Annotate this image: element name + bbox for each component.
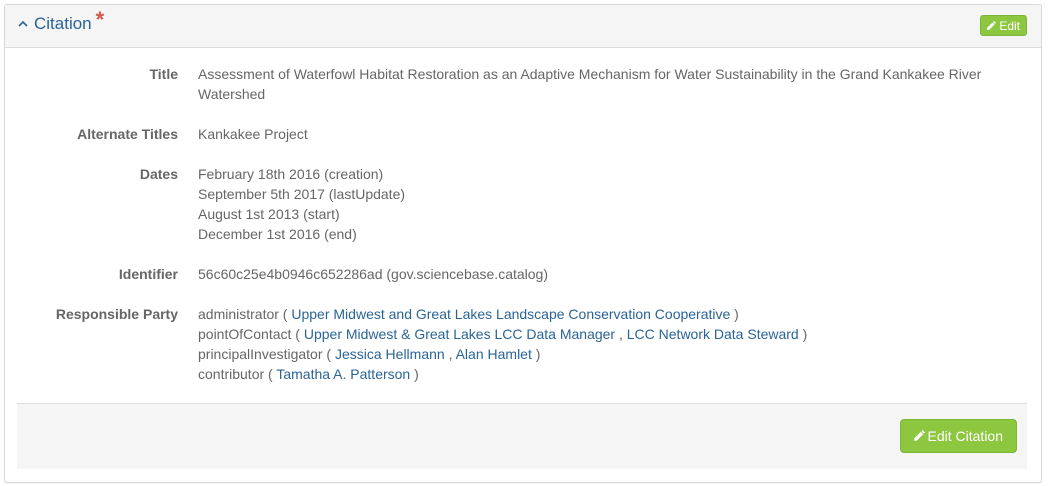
field-label: Dates: [139, 166, 178, 182]
field-value: Assessment of Waterfowl Habitat Restorat…: [198, 66, 982, 102]
paren-close: ): [531, 346, 541, 362]
required-marker: *: [95, 7, 105, 32]
party-link[interactable]: Alan Hamlet: [456, 346, 532, 362]
date-item: December 1st 2016 (end): [198, 226, 357, 242]
party-link[interactable]: LCC Network Data Steward: [627, 326, 799, 342]
chevron-up-icon: [18, 19, 28, 29]
role-name: contributor: [198, 366, 265, 382]
party-line-contributor: contributor ( Tamatha A. Patterson ): [198, 364, 998, 384]
paren-open: (: [278, 306, 292, 322]
field-title: Title Assessment of Waterfowl Habitat Re…: [5, 64, 1041, 104]
field-value: 56c60c25e4b0946c652286ad (gov.sciencebas…: [198, 266, 549, 282]
citation-fields: Title Assessment of Waterfowl Habitat Re…: [5, 64, 1041, 404]
role-name: pointOfContact: [198, 326, 292, 342]
paren-open: (: [322, 346, 335, 362]
panel-footer: Edit Citation: [17, 403, 1027, 469]
party-link[interactable]: Tamatha A. Patterson: [276, 366, 410, 382]
field-identifier: Identifier 56c60c25e4b0946c652286ad (gov…: [5, 264, 1041, 284]
paren-close: ): [798, 326, 808, 342]
pencil-icon: [986, 20, 997, 31]
edit-citation-label: Edit Citation: [927, 428, 1003, 444]
date-item: September 5th 2017 (lastUpdate): [198, 186, 406, 202]
edit-citation-button[interactable]: Edit Citation: [899, 419, 1017, 453]
party-line-principal-investigator: principalInvestigator ( Jessica Hellmann…: [198, 344, 998, 364]
role-name: principalInvestigator: [198, 346, 323, 362]
paren-close: ): [410, 366, 419, 382]
party-line-administrator: administrator ( Upper Midwest and Great …: [198, 304, 998, 324]
field-alternate-titles: Alternate Titles Kankakee Project: [5, 124, 1041, 144]
role-name: administrator: [198, 306, 279, 322]
panel-heading: Citation * Edit: [5, 5, 1041, 48]
field-value: Kankakee Project: [198, 126, 308, 142]
field-value: February 18th 2016 (creation) September …: [198, 164, 998, 244]
paren-close: ): [730, 306, 739, 322]
field-label: Responsible Party: [55, 306, 178, 322]
date-item: February 18th 2016 (creation): [198, 166, 384, 182]
paren-open: (: [291, 326, 304, 342]
party-link[interactable]: Jessica Hellmann: [335, 346, 445, 362]
party-line-point-of-contact: pointOfContact ( Upper Midwest & Great L…: [198, 324, 998, 344]
date-item: August 1st 2013 (start): [198, 206, 340, 222]
field-value: administrator ( Upper Midwest and Great …: [198, 304, 998, 384]
party-separator: ,: [444, 346, 456, 362]
field-dates: Dates February 18th 2016 (creation) Sept…: [5, 164, 1041, 244]
panel-title: Citation: [34, 14, 92, 33]
collapse-toggle[interactable]: Citation *: [18, 9, 104, 35]
citation-panel: Citation * Edit Title Assessment of Wate…: [4, 4, 1042, 483]
party-separator: ,: [615, 326, 627, 342]
field-label: Alternate Titles: [77, 126, 178, 142]
party-link[interactable]: Upper Midwest and Great Lakes Landscape …: [291, 306, 730, 322]
field-responsible-party: Responsible Party administrator ( Upper …: [5, 304, 1041, 384]
paren-open: (: [264, 366, 277, 382]
edit-button[interactable]: Edit: [980, 15, 1027, 36]
party-link[interactable]: Upper Midwest & Great Lakes LCC Data Man…: [304, 326, 615, 342]
edit-button-label: Edit: [999, 18, 1020, 33]
field-label: Identifier: [118, 266, 178, 282]
pencil-icon: [913, 430, 925, 442]
field-label: Title: [149, 66, 178, 82]
